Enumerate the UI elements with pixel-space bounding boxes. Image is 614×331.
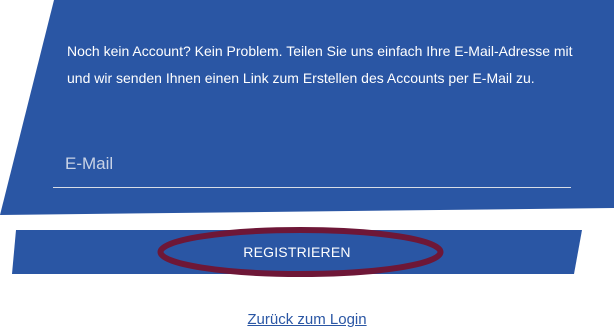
registration-page: Noch kein Account? Kein Problem. Teilen … xyxy=(0,0,614,331)
register-button-label: REGISTRIEREN xyxy=(243,244,351,260)
email-input[interactable] xyxy=(65,149,555,179)
back-to-login-link[interactable]: Zurück zum Login xyxy=(0,311,614,328)
intro-text: Noch kein Account? Kein Problem. Teilen … xyxy=(67,43,573,86)
register-button[interactable]: REGISTRIEREN xyxy=(12,230,582,274)
email-field[interactable] xyxy=(53,143,571,188)
